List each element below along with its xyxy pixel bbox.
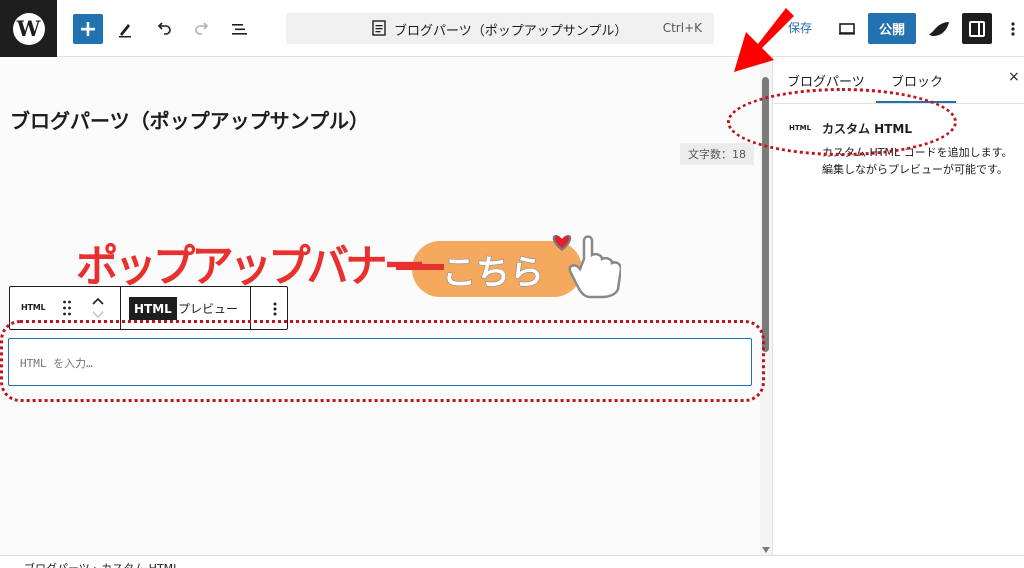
html-block-icon[interactable]: HTML <box>21 303 46 312</box>
word-count-badge: 文字数：18 <box>680 143 754 165</box>
command-palette-bar[interactable]: ブログパーツ（ポップアップサンプル） Ctrl+K <box>286 13 714 44</box>
jetpack-leaf-icon <box>929 22 949 36</box>
editor-canvas: ブログパーツ（ポップアップサンプル） 文字数：18 ポップアップバナー こちら … <box>0 57 760 555</box>
redo-icon <box>195 22 209 35</box>
add-block-button[interactable]: + <box>73 14 103 44</box>
publish-button[interactable]: 公開 <box>868 13 916 44</box>
scroll-down-icon[interactable] <box>762 547 770 553</box>
settings-sidebar: ブログパーツ ブロック × HTML カスタム HTML カスタム HTML コ… <box>772 57 1024 555</box>
editor-scrollbar[interactable] <box>760 57 772 555</box>
block-toolbar: HTML HTML プレビュー <box>9 286 288 330</box>
preview-button[interactable] <box>832 14 862 44</box>
redo-button[interactable] <box>187 14 217 44</box>
options-button[interactable] <box>998 14 1024 44</box>
wordpress-icon: W <box>12 12 45 45</box>
sidebar-icon <box>969 20 985 37</box>
document-title: ブログパーツ（ポップアップサンプル） <box>394 24 628 39</box>
drag-handle-icon[interactable] <box>62 299 72 317</box>
block-card-description: カスタム HTML コードを追加します。編集しながらプレビューが可能です。 <box>822 146 1013 176</box>
tab-block[interactable]: ブロック <box>891 71 943 90</box>
shortcut-hint: Ctrl+K <box>662 21 702 35</box>
list-view-icon <box>232 24 247 35</box>
tab-post[interactable]: ブログパーツ <box>787 71 865 90</box>
more-vertical-icon <box>1011 22 1015 36</box>
svg-text:こちら: こちら <box>442 253 544 293</box>
close-sidebar-button[interactable]: × <box>1008 69 1020 85</box>
svg-text:ポップアップバナー: ポップアップバナー <box>76 241 423 292</box>
save-draft-button[interactable]: 保存 <box>788 19 812 36</box>
html-code-input[interactable]: HTML を入力… <box>8 338 752 386</box>
document-overview-button[interactable] <box>225 14 255 44</box>
scrollbar-thumb[interactable] <box>762 77 769 352</box>
breadcrumb[interactable]: ブログパーツ › カスタム HTML <box>24 560 179 568</box>
wordpress-logo-button[interactable]: W <box>0 0 57 57</box>
move-up-down-icon[interactable] <box>90 295 106 321</box>
pen-tool-button[interactable] <box>110 14 140 44</box>
undo-icon <box>157 22 171 35</box>
plugin-button[interactable] <box>924 14 954 44</box>
pen-icon <box>119 24 131 38</box>
sidebar-divider <box>773 103 1024 104</box>
document-icon <box>372 20 386 36</box>
tab-preview[interactable]: プレビュー <box>178 300 238 317</box>
tab-html[interactable]: HTML <box>129 297 177 320</box>
editor-toolbar: W + ブログパーツ（ポップアップサンプル） Ctrl+K 保存 公開 <box>0 0 1024 57</box>
block-breadcrumb-bar: ブログパーツ › カスタム HTML <box>0 555 1024 568</box>
toolbar-divider <box>120 287 121 329</box>
settings-toggle-button[interactable] <box>962 13 992 44</box>
undo-button[interactable] <box>149 14 179 44</box>
desktop-icon <box>839 23 855 35</box>
html-block-icon: HTML <box>789 124 812 132</box>
toolbar-divider <box>250 287 251 329</box>
more-vertical-icon[interactable] <box>272 300 278 318</box>
block-card-title: カスタム HTML <box>822 122 912 136</box>
post-title[interactable]: ブログパーツ（ポップアップサンプル） <box>10 105 369 134</box>
html-input-placeholder: HTML を入力… <box>20 357 93 370</box>
